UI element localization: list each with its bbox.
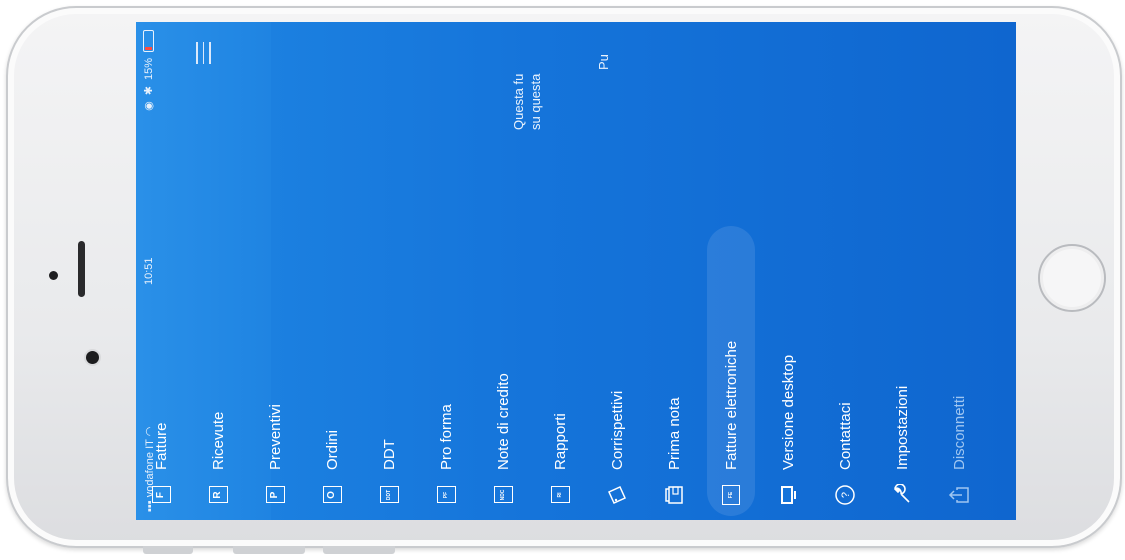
menu-item-rapporti[interactable]: RI Rapporti xyxy=(540,413,580,506)
side-menu: F Fatture R Ricevute P Preventivi O Ordi… xyxy=(136,186,1016,506)
rapporti-icon: RI xyxy=(549,484,571,506)
menu-item-label: Preventivi xyxy=(266,404,284,470)
menu-item-label: Prima nota xyxy=(665,397,683,470)
phone-screen: ▪▪▪ vodafone IT ◠ 10:51 ◉ ✱ 15% Questa f… xyxy=(136,22,1016,520)
note-di-credito-icon: NDC xyxy=(492,484,514,506)
menu-item-label: DDT xyxy=(380,439,398,470)
wrench-icon xyxy=(891,484,913,506)
volume-down-button xyxy=(323,546,395,554)
menu-item-label: Disconnetti xyxy=(950,395,968,470)
menu-item-label: Ordini xyxy=(323,429,341,470)
menu-item-label: Ricevute xyxy=(209,411,227,470)
fatture-icon: F xyxy=(150,484,172,506)
menu-item-label: Fatture xyxy=(152,422,170,470)
menu-item-note-di-credito[interactable]: NDC Note di credito xyxy=(483,373,523,506)
menu-item-corrispettivi[interactable]: Corrispettivi xyxy=(597,391,637,506)
alarm-icon: ◉ xyxy=(143,101,155,111)
description-line-2: su questa xyxy=(528,73,543,130)
menu-item-ddt[interactable]: DDT DDT xyxy=(369,439,409,506)
ordini-icon: O xyxy=(321,484,343,506)
svg-text:?: ? xyxy=(840,492,852,498)
menu-item-pro-forma[interactable]: PF Pro forma xyxy=(426,404,466,506)
menu-item-label: Rapporti xyxy=(551,413,569,470)
menu-item-ordini[interactable]: O Ordini xyxy=(312,430,352,506)
menu-item-label: Note di credito xyxy=(494,373,512,470)
volume-up-button xyxy=(233,546,305,554)
menu-item-label: Versione desktop xyxy=(779,354,797,470)
menu-item-label: Impostazioni xyxy=(893,385,911,470)
menu-item-label: Corrispettivi xyxy=(608,390,626,470)
pro-forma-icon: PF xyxy=(435,484,457,506)
menu-item-contattaci[interactable]: ? Contattaci xyxy=(825,402,865,506)
menu-item-preventivi[interactable]: P Preventivi xyxy=(255,404,295,506)
front-camera xyxy=(86,351,99,364)
bluetooth-icon: ✱ xyxy=(143,86,155,96)
home-button[interactable] xyxy=(1038,244,1106,312)
menu-item-fatture-elettroniche[interactable]: FE Fatture elettroniche xyxy=(711,341,751,506)
mute-switch xyxy=(143,546,193,554)
description-line-1: Questa fu xyxy=(511,73,526,130)
app-view: ▪▪▪ vodafone IT ◠ 10:51 ◉ ✱ 15% Questa f… xyxy=(136,22,1016,520)
help-icon: ? xyxy=(834,484,856,506)
hamburger-icon[interactable] xyxy=(191,42,216,64)
battery-icon xyxy=(143,30,154,52)
description-line-3: Pu xyxy=(596,54,611,70)
status-right: ◉ ✱ 15% xyxy=(142,30,155,111)
wallet-icon xyxy=(663,484,685,506)
menu-item-label: Pro forma xyxy=(437,404,455,470)
ddt-icon: DDT xyxy=(378,484,400,506)
menu-item-ricevute[interactable]: R Ricevute xyxy=(198,412,238,506)
menu-item-label: Contattaci xyxy=(836,402,854,470)
proximity-sensor xyxy=(49,271,58,280)
ticket-icon xyxy=(606,484,628,506)
earpiece-speaker xyxy=(78,241,85,297)
share-icon xyxy=(948,484,970,506)
menu-item-disconnetti[interactable]: Disconnetti xyxy=(939,396,979,506)
preventivi-icon: P xyxy=(264,484,286,506)
menu-item-versione-desktop[interactable]: Versione desktop xyxy=(768,355,808,506)
menu-item-impostazioni[interactable]: Impostazioni xyxy=(882,386,922,506)
ricevute-icon: R xyxy=(207,484,229,506)
fattura-elettronica-icon: FE xyxy=(720,484,742,506)
menu-item-prima-nota[interactable]: Prima nota xyxy=(654,397,694,506)
battery-percent: 15% xyxy=(142,58,155,81)
menu-item-fatture[interactable]: F Fatture xyxy=(141,422,181,506)
desktop-icon xyxy=(777,484,799,506)
menu-item-label: Fatture elettroniche xyxy=(722,340,740,470)
